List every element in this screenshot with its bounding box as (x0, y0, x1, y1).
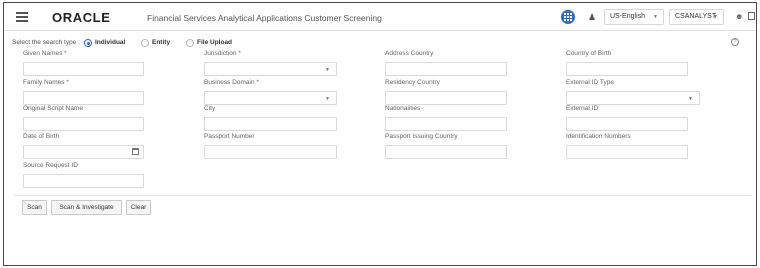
radio-unselected-icon[interactable] (141, 39, 149, 47)
external-id-type-select[interactable]: ▼ (566, 91, 700, 105)
clear-button[interactable]: Clear (126, 200, 151, 215)
external-id-label: External ID (566, 105, 599, 112)
business-domain-label: Business Domain * (204, 79, 259, 86)
nationalities-label: Nationalities (385, 105, 421, 112)
chevron-down-icon: ▼ (653, 14, 658, 20)
radio-individual-label: Individual (95, 39, 126, 46)
product-title: Financial Services Analytical Applicatio… (147, 13, 382, 23)
jurisdiction-label: Jurisdiction * (204, 50, 241, 57)
address-country-input[interactable] (385, 62, 507, 76)
app-header: ORACLE Financial Services Analytical App… (4, 3, 756, 31)
city-label: City (204, 105, 216, 112)
radio-entity-label: Entity (152, 39, 171, 46)
radio-individual[interactable]: Individual (84, 38, 134, 48)
business-domain-select[interactable]: ▼ (204, 91, 337, 105)
hamburger-icon[interactable] (16, 12, 28, 22)
calendar-icon[interactable] (132, 148, 139, 155)
family-names-label: Family Names * (23, 79, 69, 86)
radio-unselected-icon[interactable] (186, 39, 194, 47)
country-of-birth-label: Country of Birth (566, 50, 612, 57)
search-type-label: Select the search type : (12, 39, 80, 46)
source-request-id-input[interactable] (23, 174, 144, 188)
given-names-label: Given Names * (23, 50, 67, 57)
user-menu[interactable]: CSANALYST ▼ (669, 9, 724, 25)
user-icon[interactable]: ☻ (735, 12, 743, 21)
city-input[interactable] (204, 117, 337, 131)
passport-issuing-country-label: Passport Issuing Country (385, 133, 458, 140)
chevron-down-icon: ▼ (325, 96, 330, 102)
external-id-type-label: External ID Type (566, 79, 614, 86)
family-names-input[interactable] (23, 91, 144, 105)
address-country-label: Address Country (385, 50, 434, 57)
country-of-birth-input[interactable] (566, 62, 688, 76)
user-name: CSANALYST (675, 13, 717, 20)
passport-issuing-country-input[interactable] (385, 145, 507, 159)
app-window: ORACLE Financial Services Analytical App… (3, 2, 757, 266)
chevron-down-icon: ▼ (713, 14, 718, 20)
language-value: US-English (610, 13, 646, 20)
grid-apps-icon[interactable] (561, 10, 575, 24)
radio-file-upload-label: File Upload (197, 39, 233, 46)
residency-country-input[interactable] (385, 91, 507, 105)
nationalities-input[interactable] (385, 117, 507, 131)
scan-button[interactable]: Scan (22, 200, 47, 215)
original-script-name-label: Original Script Name (23, 105, 83, 112)
chevron-down-icon: ▼ (325, 67, 330, 73)
help-icon[interactable]: ? (731, 38, 739, 46)
radio-selected-icon[interactable] (84, 39, 92, 47)
radio-file-upload[interactable]: File Upload (186, 38, 232, 48)
jurisdiction-select[interactable]: ▼ (204, 62, 337, 76)
scan-investigate-button[interactable]: Scan & Investigate (51, 200, 122, 215)
passport-number-label: Passport Number (204, 133, 255, 140)
original-script-name-input[interactable] (23, 117, 144, 131)
form-divider (13, 195, 751, 196)
given-names-input[interactable] (23, 62, 144, 76)
external-id-input[interactable] (566, 117, 688, 131)
accessibility-icon[interactable]: ♟ (588, 12, 596, 22)
window-icon[interactable] (748, 12, 755, 20)
source-request-id-label: Source Request ID (23, 162, 78, 169)
oracle-logo: ORACLE (52, 10, 111, 25)
date-of-birth-label: Date of Birth (23, 133, 60, 140)
chevron-down-icon: ▼ (688, 96, 693, 102)
identification-numbers-label: Identification Numbers (566, 133, 631, 140)
identification-numbers-input[interactable] (566, 145, 688, 159)
date-of-birth-input[interactable] (23, 145, 144, 159)
passport-number-input[interactable] (204, 145, 337, 159)
language-select[interactable]: US-English ▼ (604, 9, 664, 25)
residency-country-label: Residency Country (385, 79, 440, 86)
radio-entity[interactable]: Entity (141, 38, 177, 48)
